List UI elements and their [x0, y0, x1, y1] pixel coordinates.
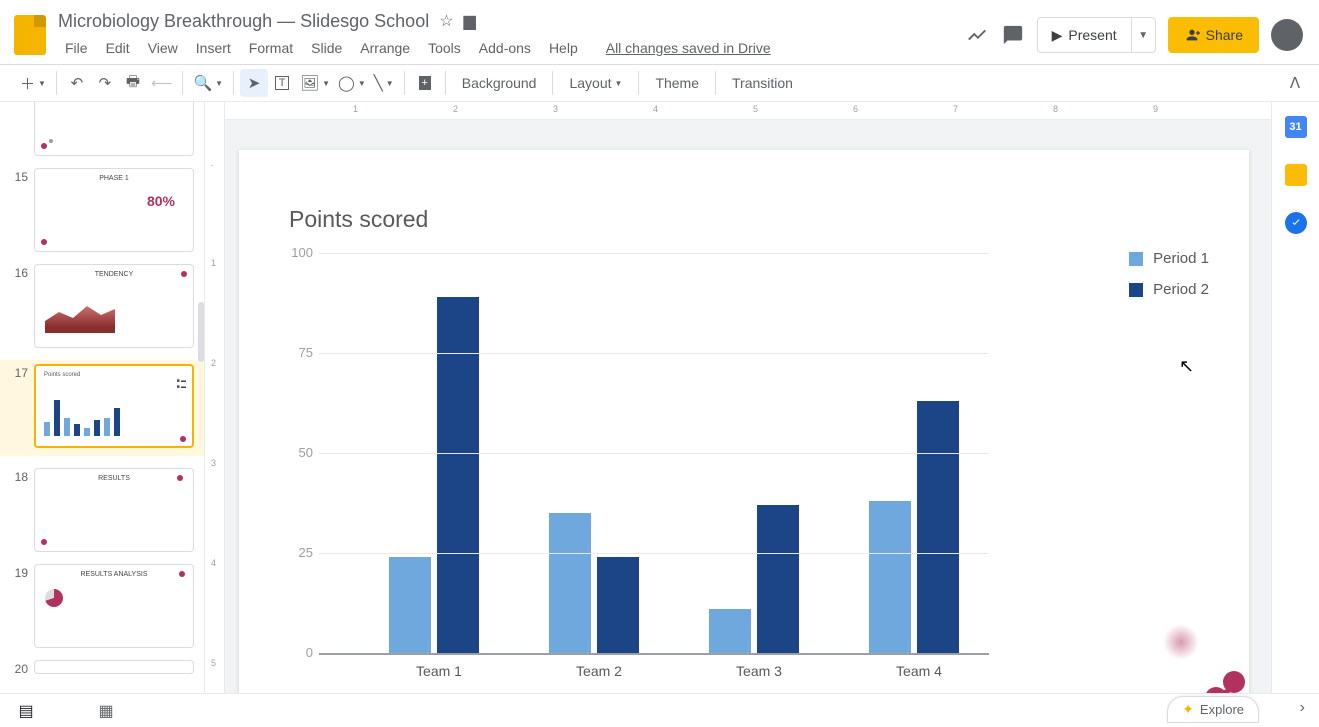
- document-title[interactable]: Microbiology Breakthrough — Slidesgo Sch…: [58, 11, 429, 32]
- new-slide-button[interactable]: ＋▼: [16, 69, 50, 97]
- line-tool[interactable]: ╲▼: [370, 69, 398, 97]
- chart-title: Points scored: [289, 206, 1209, 233]
- paint-format-button[interactable]: ⟵: [147, 69, 177, 97]
- theme-button[interactable]: Theme: [645, 69, 709, 97]
- legend-label: Period 1: [1153, 250, 1209, 267]
- explore-star-icon: ✦: [1182, 701, 1194, 718]
- slide-canvas[interactable]: Points scored Period 1 Period 2 Team 1Te…: [225, 120, 1271, 693]
- calendar-icon[interactable]: 31: [1285, 116, 1307, 138]
- menu-arrange[interactable]: Arrange: [353, 36, 417, 60]
- comments-icon[interactable]: [1001, 23, 1025, 47]
- toolbar: ＋▼ ↶ ↷ 🖶 ⟵ 🔍▼ ➤ T 🖼▼ ◯▼ ╲▼ + Background …: [0, 64, 1319, 102]
- layout-button[interactable]: Layout▼: [559, 69, 632, 97]
- menu-file[interactable]: File: [58, 36, 95, 60]
- tasks-icon[interactable]: [1285, 212, 1307, 234]
- menu-bar: File Edit View Insert Format Slide Arran…: [58, 36, 965, 60]
- y-tick-label: 0: [287, 645, 313, 660]
- grid-view-icon[interactable]: ▦: [96, 701, 116, 721]
- slide-thumbnails-panel: 15 PHASE 1 80% 16 TENDENCY 17 Points sco…: [0, 102, 205, 693]
- horizontal-ruler: 1 2 3 4 5 6 7 8 9: [225, 102, 1271, 120]
- keep-icon[interactable]: [1285, 164, 1307, 186]
- bar: [389, 557, 431, 653]
- zoom-button[interactable]: 🔍▼: [189, 69, 227, 97]
- thumb-number: 20: [10, 660, 28, 676]
- thumbnail-slide-20[interactable]: [34, 660, 194, 674]
- menu-help[interactable]: Help: [542, 36, 585, 60]
- menu-edit[interactable]: Edit: [99, 36, 137, 60]
- show-side-panel-icon[interactable]: ›: [1300, 699, 1305, 717]
- shape-tool[interactable]: ◯▼: [334, 69, 370, 97]
- filmstrip-view-icon[interactable]: ▤: [16, 701, 36, 721]
- thumbnail-slide-17[interactable]: Points scored ■ ▬■ ▬: [34, 364, 194, 448]
- chart-legend: Period 1 Period 2: [1129, 250, 1209, 312]
- comment-button[interactable]: +: [411, 69, 439, 97]
- x-tick-label: Team 3: [679, 663, 839, 679]
- thumbnail-slide-18[interactable]: RESULTS: [34, 468, 194, 552]
- bar: [549, 513, 591, 653]
- thumb-number: 15: [10, 168, 28, 252]
- thumb-number: 18: [10, 468, 28, 552]
- app-logo[interactable]: [10, 15, 50, 55]
- activity-icon[interactable]: [965, 23, 989, 47]
- menu-slide[interactable]: Slide: [304, 36, 349, 60]
- textbox-tool[interactable]: T: [268, 69, 296, 97]
- side-panel: 31: [1271, 102, 1319, 693]
- legend-label: Period 2: [1153, 281, 1209, 298]
- print-button[interactable]: 🖶: [119, 69, 147, 97]
- bar: [757, 505, 799, 653]
- present-button[interactable]: ▶Present: [1038, 18, 1131, 52]
- account-avatar[interactable]: [1271, 19, 1303, 51]
- bar: [917, 401, 959, 653]
- share-button[interactable]: Share: [1168, 17, 1259, 53]
- y-tick-label: 50: [287, 445, 313, 460]
- undo-button[interactable]: ↶: [63, 69, 91, 97]
- thumbnail-slide-16[interactable]: TENDENCY: [34, 264, 194, 348]
- menu-tools[interactable]: Tools: [421, 36, 468, 60]
- save-status: All changes saved in Drive: [599, 36, 778, 60]
- menu-insert[interactable]: Insert: [189, 36, 238, 60]
- thumb-number: 17: [10, 364, 28, 448]
- present-dropdown[interactable]: ▼: [1131, 18, 1155, 52]
- thumb-number: 16: [10, 264, 28, 348]
- thumbnail-slide-15[interactable]: PHASE 1 80%: [34, 168, 194, 252]
- x-tick-label: Team 1: [359, 663, 519, 679]
- slide-content: Points scored Period 1 Period 2 Team 1Te…: [239, 150, 1249, 693]
- redo-button[interactable]: ↷: [91, 69, 119, 97]
- menu-addons[interactable]: Add-ons: [472, 36, 538, 60]
- y-tick-label: 75: [287, 345, 313, 360]
- thumbnail-slide-19[interactable]: RESULTS ANALYSIS: [34, 564, 194, 648]
- thumbnail-slide[interactable]: [34, 102, 194, 156]
- x-tick-label: Team 2: [519, 663, 679, 679]
- x-tick-label: Team 4: [839, 663, 999, 679]
- y-tick-label: 25: [287, 545, 313, 560]
- background-button[interactable]: Background: [452, 69, 547, 97]
- image-tool[interactable]: 🖼▼: [296, 69, 334, 97]
- select-tool[interactable]: ➤: [240, 69, 268, 97]
- menu-format[interactable]: Format: [242, 36, 300, 60]
- bottom-bar: ▤ ▦ ✦Explore ›: [0, 693, 1319, 727]
- bar: [869, 501, 911, 653]
- app-header: Microbiology Breakthrough — Slidesgo Sch…: [0, 0, 1319, 64]
- decoration-icon: [1163, 624, 1199, 660]
- star-icon[interactable]: ☆: [439, 11, 453, 31]
- transition-button[interactable]: Transition: [722, 69, 803, 97]
- thumbnail-scrollbar[interactable]: [198, 302, 204, 362]
- chart-plot: Team 1Team 2Team 3Team 4 0255075100: [289, 253, 989, 653]
- collapse-toolbar-icon[interactable]: ᐱ: [1281, 69, 1309, 97]
- legend-swatch-period1: [1129, 252, 1143, 266]
- bar: [709, 609, 751, 653]
- vertical-ruler: . 1 2 3 4 5: [205, 102, 225, 693]
- legend-swatch-period2: [1129, 283, 1143, 297]
- move-folder-icon[interactable]: ▆: [464, 11, 476, 31]
- explore-button[interactable]: ✦Explore: [1167, 696, 1259, 723]
- thumb-number: 19: [10, 564, 28, 648]
- menu-view[interactable]: View: [141, 36, 185, 60]
- y-tick-label: 100: [287, 245, 313, 260]
- bar: [597, 557, 639, 653]
- bar: [437, 297, 479, 653]
